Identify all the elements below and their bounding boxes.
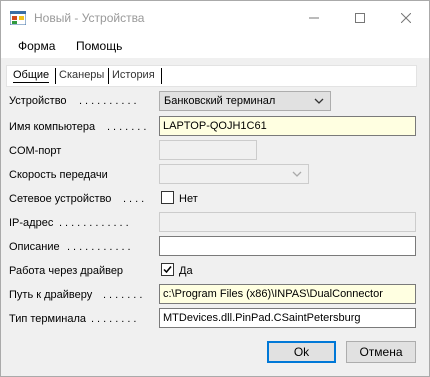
terminal-type-label: Тип терминала bbox=[9, 313, 86, 325]
network-device-label: Сетевое устройство bbox=[9, 193, 112, 205]
device-label: Устройство bbox=[9, 95, 67, 107]
description-field[interactable] bbox=[159, 236, 416, 256]
chevron-down-icon bbox=[314, 98, 324, 104]
com-port-label: COM-порт bbox=[9, 145, 62, 157]
network-device-check-label: Нет bbox=[179, 193, 198, 205]
tab-history[interactable]: История bbox=[112, 69, 155, 81]
leader-dots: ........... bbox=[67, 241, 134, 253]
menu-item-help[interactable]: Помощь bbox=[76, 39, 122, 53]
menu-bar: Форма Помощь bbox=[1, 34, 429, 58]
leader-dots: ........ bbox=[91, 313, 140, 325]
close-icon bbox=[401, 12, 411, 23]
minimize-button[interactable] bbox=[291, 1, 337, 34]
leader-dots: ....... bbox=[107, 121, 150, 133]
tab-general[interactable]: Общие bbox=[13, 69, 50, 83]
close-button[interactable] bbox=[383, 1, 429, 34]
leader-dots: .......... bbox=[79, 95, 140, 107]
description-label: Описание bbox=[9, 241, 60, 253]
device-select-value: Банковский терминал bbox=[164, 95, 276, 107]
via-driver-check-label: Да bbox=[179, 265, 193, 277]
driver-path-label: Путь к драйверу bbox=[9, 289, 93, 301]
leader-dots: .... bbox=[123, 193, 148, 205]
computer-name-field[interactable]: LAPTOP-QOJH1C61 bbox=[159, 116, 416, 136]
minimize-icon bbox=[309, 17, 319, 18]
via-driver-label: Работа через драйвер bbox=[9, 265, 124, 277]
device-select[interactable]: Банковский терминал bbox=[159, 91, 331, 111]
title-bar[interactable]: Новый - Устройства bbox=[1, 1, 429, 34]
via-driver-checkbox[interactable] bbox=[161, 263, 174, 276]
ok-button[interactable]: Ok bbox=[267, 341, 336, 363]
computer-name-label: Имя компьютера bbox=[9, 121, 96, 133]
chevron-down-icon bbox=[292, 171, 302, 177]
baud-rate-label: Скорость передачи bbox=[9, 169, 108, 181]
ip-address-field[interactable] bbox=[159, 212, 416, 232]
terminal-type-field[interactable]: MTDevices.dll.PinPad.CSaintPetersburg bbox=[159, 308, 416, 328]
driver-path-field[interactable]: c:\Program Files (x86)\INPAS\DualConnect… bbox=[159, 284, 416, 304]
baud-rate-select[interactable] bbox=[159, 164, 309, 184]
tab-divider bbox=[55, 68, 56, 84]
tab-strip: Общие Сканеры История bbox=[6, 65, 417, 87]
checkmark-icon bbox=[163, 266, 172, 274]
dialog-window: Новый - Устройства Форма Помощь Общие Ск… bbox=[0, 0, 430, 377]
leader-dots: ............ bbox=[59, 217, 132, 229]
cancel-button[interactable]: Отмена bbox=[346, 341, 416, 363]
menu-item-form[interactable]: Форма bbox=[18, 39, 55, 53]
maximize-icon bbox=[355, 12, 365, 23]
maximize-button[interactable] bbox=[337, 1, 383, 34]
window-title: Новый - Устройства bbox=[34, 11, 145, 25]
com-port-field[interactable] bbox=[159, 140, 257, 160]
app-window-icon bbox=[10, 11, 26, 25]
tab-divider bbox=[161, 68, 162, 84]
tab-divider bbox=[108, 68, 109, 84]
network-device-checkbox[interactable] bbox=[161, 191, 174, 204]
ip-address-label: IP-адрес bbox=[9, 217, 54, 229]
tab-scanners[interactable]: Сканеры bbox=[59, 69, 104, 81]
leader-dots: ....... bbox=[103, 289, 146, 301]
